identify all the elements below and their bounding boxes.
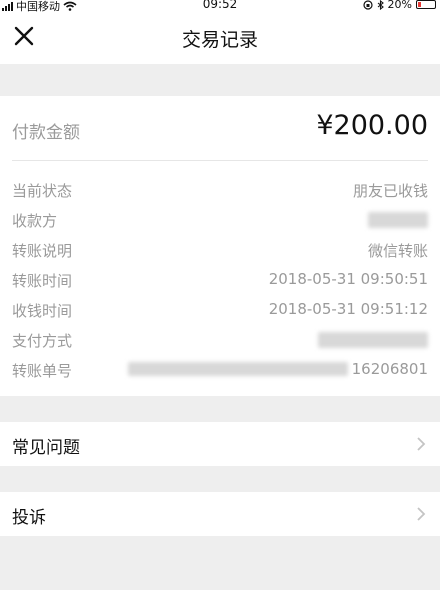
row-label: 转账说明 bbox=[12, 242, 73, 260]
amount-row: 付款金额 ¥200.00 bbox=[12, 96, 428, 161]
amount-value: ¥200.00 bbox=[316, 110, 428, 141]
row-label: 支付方式 bbox=[12, 332, 73, 350]
detail-row-note: 转账说明 微信转账 bbox=[12, 240, 428, 264]
status-bar: 中国移动 09:52 20% bbox=[0, 0, 440, 13]
detail-row-status: 当前状态 朋友已收钱 bbox=[12, 180, 428, 204]
amount-label: 付款金额 bbox=[12, 123, 80, 143]
faq-item[interactable]: 常见问题 bbox=[0, 422, 440, 466]
detail-row-transfer-time: 转账时间 2018-05-31 09:50:51 bbox=[12, 270, 428, 294]
row-label: 转账时间 bbox=[12, 272, 73, 290]
row-label: 转账单号 bbox=[12, 362, 73, 380]
detail-row-transfer-number: 转账单号 16206801 bbox=[12, 360, 428, 384]
row-label: 收款方 bbox=[12, 212, 58, 230]
payee-blurred bbox=[368, 210, 428, 232]
page-title: 交易记录 bbox=[181, 29, 258, 51]
bluetooth-icon bbox=[377, 0, 384, 10]
payment-method-blurred bbox=[318, 330, 428, 352]
row-label: 当前状态 bbox=[12, 182, 73, 200]
row-label: 收钱时间 bbox=[12, 302, 73, 320]
faq-label: 常见问题 bbox=[12, 438, 80, 458]
detail-row-payee: 收款方 bbox=[12, 210, 428, 234]
chevron-right-icon bbox=[417, 437, 426, 451]
row-value: 微信转账 bbox=[367, 242, 428, 260]
row-value: 朋友已收钱 bbox=[352, 182, 428, 200]
battery-icon bbox=[416, 0, 436, 9]
detail-row-payment-method: 支付方式 bbox=[12, 330, 428, 354]
nav-bar: 交易记录 bbox=[0, 12, 440, 64]
row-value: 2018-05-31 09:50:51 bbox=[268, 270, 428, 288]
battery-label: 20% bbox=[387, 0, 412, 11]
complaint-item[interactable]: 投诉 bbox=[0, 492, 440, 536]
complaint-label: 投诉 bbox=[12, 508, 46, 528]
chevron-right-icon bbox=[417, 507, 426, 521]
transfer-number-suffix: 16206801 bbox=[351, 360, 428, 378]
status-right: 20% bbox=[362, 0, 436, 11]
detail-row-receive-time: 收钱时间 2018-05-31 09:51:12 bbox=[12, 300, 428, 324]
rotation-lock-icon bbox=[362, 0, 373, 10]
row-value: 2018-05-31 09:51:12 bbox=[268, 300, 428, 318]
transfer-number: 16206801 bbox=[127, 360, 428, 378]
transaction-detail-card: 付款金额 ¥200.00 当前状态 朋友已收钱 收款方 转账说明 微信转账 转账… bbox=[0, 96, 440, 396]
